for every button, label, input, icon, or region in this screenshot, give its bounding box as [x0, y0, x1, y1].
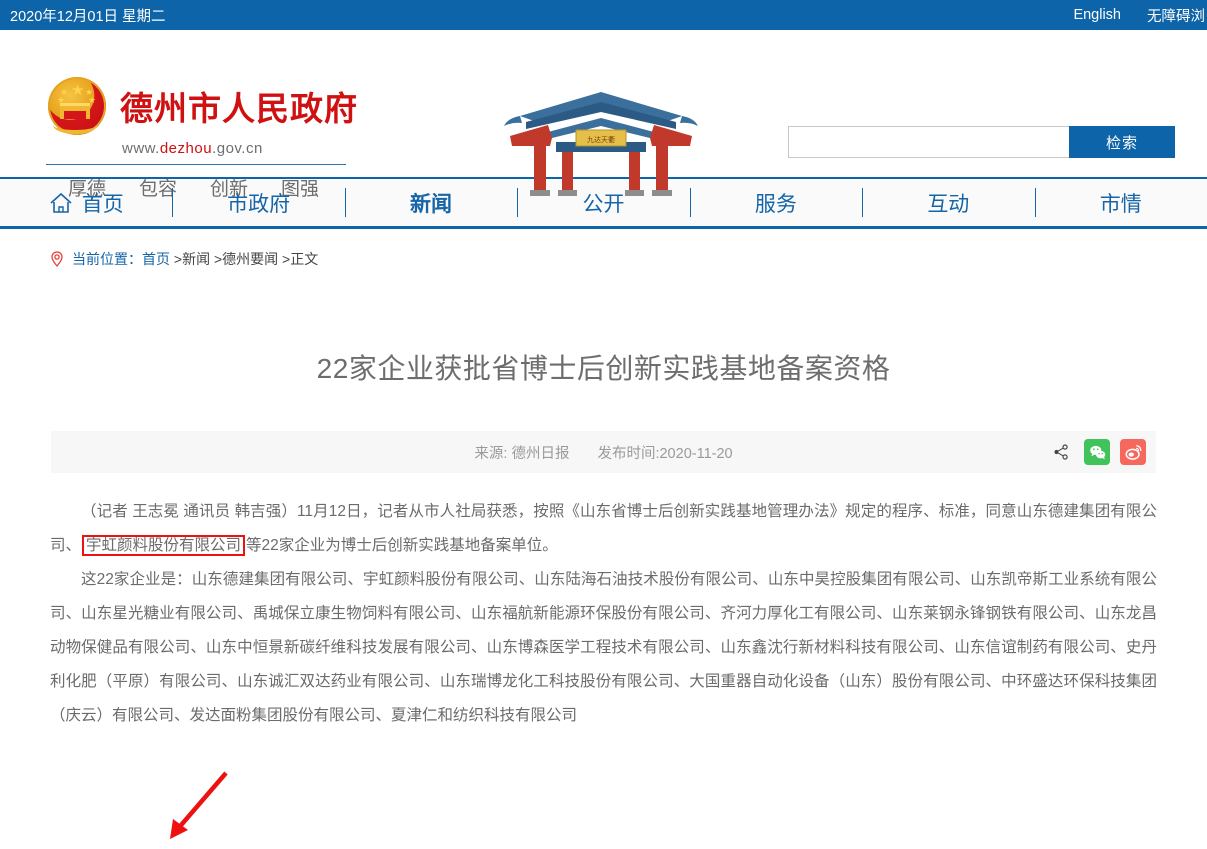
top-bar-links: English 无障碍浏	[1073, 5, 1207, 26]
location-pin-icon	[51, 251, 63, 267]
article-paragraph-2: 这22家企业是：山东德建集团有限公司、宇虹颜料股份有限公司、山东陆海石油技术股份…	[50, 571, 1157, 724]
nav-label-disclosure: 公开	[582, 192, 625, 216]
breadcrumb-sep-1: >	[170, 251, 183, 267]
nav-item-disclosure[interactable]: 公开	[517, 179, 689, 226]
nav-label-home: 首页	[81, 192, 124, 216]
breadcrumb-news[interactable]: 新闻	[182, 251, 210, 267]
svg-text:九达天衢: 九达天衢	[587, 135, 615, 144]
english-link[interactable]: English	[1073, 7, 1121, 23]
site-title: 德州市人民政府	[120, 92, 358, 128]
nav-item-government[interactable]: 市政府	[172, 179, 344, 226]
main-navigation[interactable]: 首页 市政府 新闻 公开 服务 互动 市情	[0, 177, 1207, 229]
nav-label-news: 新闻	[410, 192, 453, 216]
nav-item-interaction[interactable]: 互动	[862, 179, 1034, 226]
breadcrumb-prefix: 当前位置：	[72, 251, 142, 267]
weibo-icon[interactable]	[1120, 439, 1146, 465]
search-button[interactable]: 检索	[1069, 126, 1175, 158]
article-publish-time: 发布时间:2020-11-20	[597, 445, 733, 462]
top-bar: 2020年12月01日 星期二 English 无障碍浏	[0, 0, 1207, 30]
nav-label-government: 市政府	[227, 192, 291, 216]
current-date: 2020年12月01日 星期二	[10, 8, 166, 25]
page-content: 当前位置：首页 >新闻 >德州要闻 >正文 22家企业获批省博士后创新实践基地备…	[30, 229, 1177, 839]
breadcrumb-dezhou-news[interactable]: 德州要闻	[222, 251, 278, 267]
share-buttons[interactable]	[1048, 431, 1146, 473]
article-meta-text: 来源: 德州日报 发布时间:2020-11-20	[474, 442, 732, 463]
article-source: 来源: 德州日报	[474, 445, 570, 462]
breadcrumb: 当前位置：首页 >新闻 >德州要闻 >正文	[30, 229, 1177, 269]
annotation-arrow-icon	[170, 771, 228, 839]
page-title: 22家企业获批省博士后创新实践基地备案资格	[316, 353, 891, 384]
nav-item-news[interactable]: 新闻	[344, 179, 517, 226]
site-url-highlight: dezhou	[159, 140, 213, 157]
national-emblem-icon: ★ ★ ★ ★ ★	[46, 75, 108, 137]
article-body: （记者 王志冕 通讯员 韩吉强）11月12日，记者从市人社局获悉，按照《山东省博…	[30, 473, 1177, 733]
breadcrumb-home[interactable]: 首页	[142, 251, 170, 267]
site-url-suffix: .gov.cn	[212, 140, 263, 157]
breadcrumb-sep-3: >	[278, 251, 291, 267]
breadcrumb-text: 当前位置：首页 >新闻 >德州要闻 >正文	[72, 249, 318, 269]
nav-item-services[interactable]: 服务	[689, 179, 862, 226]
breadcrumb-sep-2: >	[210, 251, 223, 267]
paragraph-1-after: 等22家企业为博士后创新实践基地备案单位。	[246, 537, 558, 554]
site-url: www.dezhou.gov.cn	[122, 140, 366, 157]
home-icon	[50, 192, 72, 213]
site-header: ★ ★ ★ ★ ★ 德州市人民政府 www.dezhou.gov.cn 厚德 包…	[0, 30, 1207, 200]
nav-label-services: 服务	[754, 192, 797, 216]
accessibility-link[interactable]: 无障碍浏	[1147, 5, 1205, 26]
brand-divider	[46, 164, 346, 165]
article-meta-bar: 来源: 德州日报 发布时间:2020-11-20	[51, 431, 1156, 473]
nav-label-interaction: 互动	[927, 192, 970, 216]
search-input[interactable]	[788, 126, 1069, 158]
article-paragraph-1: （记者 王志冕 通讯员 韩吉强）11月12日，记者从市人社局获悉，按照《山东省博…	[50, 495, 1157, 563]
breadcrumb-current: 正文	[290, 251, 319, 267]
search-bar[interactable]: 检索	[788, 126, 1175, 158]
nav-label-city-profile: 市情	[1099, 192, 1142, 216]
site-url-prefix: www.	[122, 140, 160, 157]
nav-item-city-profile[interactable]: 市情	[1034, 179, 1207, 226]
highlighted-company-name: 宇虹颜料股份有限公司	[82, 535, 246, 556]
brand-top-row: ★ ★ ★ ★ ★ 德州市人民政府	[46, 75, 366, 137]
wechat-icon[interactable]	[1084, 439, 1110, 465]
nav-item-home[interactable]: 首页	[0, 179, 172, 226]
share-icon[interactable]	[1048, 439, 1074, 465]
